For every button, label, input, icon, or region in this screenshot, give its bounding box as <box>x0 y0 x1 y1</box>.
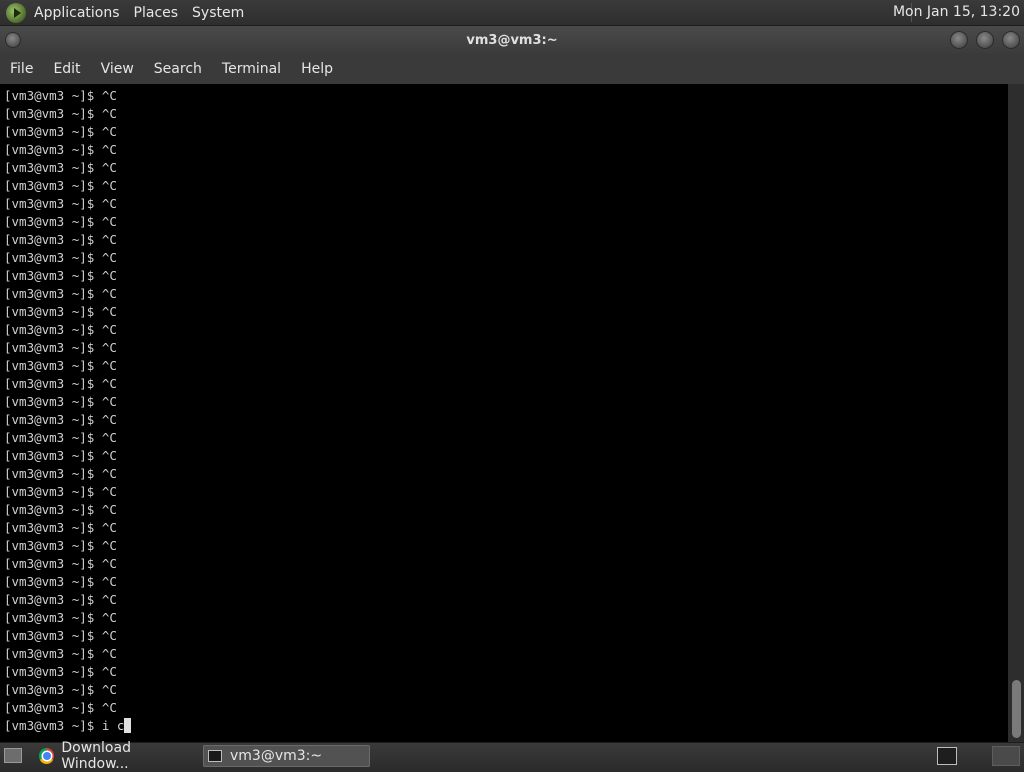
terminal-line: [vm3@vm3 ~]$ ^C <box>4 448 117 463</box>
terminal-line: [vm3@vm3 ~]$ ^C <box>4 610 117 625</box>
panel-clock[interactable]: Mon Jan 15, 13:20 <box>893 4 1020 20</box>
terminal-line: [vm3@vm3 ~]$ ^C <box>4 574 117 589</box>
terminal-line: [vm3@vm3 ~]$ ^C <box>4 142 117 157</box>
menu-help[interactable]: Help <box>291 61 343 77</box>
terminal-line: [vm3@vm3 ~]$ ^C <box>4 214 117 229</box>
workspace-switcher[interactable] <box>992 746 1020 766</box>
tray-terminal-icon[interactable] <box>937 747 957 765</box>
terminal-line: [vm3@vm3 ~]$ ^C <box>4 250 117 265</box>
menu-terminal[interactable]: Terminal <box>212 61 291 77</box>
terminal-current-line: [vm3@vm3 ~]$ i c <box>4 717 132 735</box>
terminal-cursor <box>124 718 132 733</box>
show-desktop-icon[interactable] <box>4 748 22 763</box>
terminal-line: [vm3@vm3 ~]$ ^C <box>4 664 117 679</box>
terminal-line: [vm3@vm3 ~]$ ^C <box>4 304 117 319</box>
maximize-button[interactable] <box>976 31 994 49</box>
window-titlebar[interactable]: vm3@vm3:~ <box>0 26 1024 54</box>
terminal-line: [vm3@vm3 ~]$ ^C <box>4 232 117 247</box>
terminal-line: [vm3@vm3 ~]$ ^C <box>4 520 117 535</box>
terminal-line: [vm3@vm3 ~]$ ^C <box>4 646 117 661</box>
terminal-line: [vm3@vm3 ~]$ ^C <box>4 196 117 211</box>
window-menu-icon[interactable] <box>5 32 21 48</box>
terminal-line: [vm3@vm3 ~]$ ^C <box>4 394 117 409</box>
terminal-input-text: [vm3@vm3 ~]$ i c <box>4 718 125 733</box>
panel-menu-system[interactable]: System <box>192 5 244 21</box>
terminal-line: [vm3@vm3 ~]$ ^C <box>4 322 117 337</box>
terminal-line: [vm3@vm3 ~]$ ^C <box>4 286 117 301</box>
taskbar-item-label: vm3@vm3:~ <box>230 748 323 764</box>
bottom-taskbar: Download Window... vm3@vm3:~ <box>0 740 1024 772</box>
terminal-lines: [vm3@vm3 ~]$ ^C [vm3@vm3 ~]$ ^C [vm3@vm3 ~… <box>4 87 132 735</box>
terminal-line: [vm3@vm3 ~]$ ^C <box>4 682 117 697</box>
window-title: vm3@vm3:~ <box>466 32 558 48</box>
terminal-line: [vm3@vm3 ~]$ ^C <box>4 430 117 445</box>
chrome-icon <box>39 748 55 764</box>
applications-logo-icon[interactable] <box>6 2 26 23</box>
minimize-button[interactable] <box>950 31 968 49</box>
terminal-line: [vm3@vm3 ~]$ ^C <box>4 124 117 139</box>
terminal-line: [vm3@vm3 ~]$ ^C <box>4 556 117 571</box>
menu-edit[interactable]: Edit <box>43 61 90 77</box>
terminal-icon <box>208 750 222 762</box>
terminal-line: [vm3@vm3 ~]$ ^C <box>4 376 117 391</box>
panel-menu-places[interactable]: Places <box>134 5 179 21</box>
menu-file[interactable]: File <box>0 61 43 77</box>
terminal-line: [vm3@vm3 ~]$ ^C <box>4 88 117 103</box>
terminal-line: [vm3@vm3 ~]$ ^C <box>4 106 117 121</box>
menu-search[interactable]: Search <box>144 61 212 77</box>
top-panel: Applications Places System Mon Jan 15, 1… <box>0 0 1024 26</box>
close-button[interactable] <box>1002 31 1020 49</box>
terminal-scrollbar[interactable] <box>1008 84 1024 742</box>
terminal-line: [vm3@vm3 ~]$ ^C <box>4 466 117 481</box>
terminal-line: [vm3@vm3 ~]$ ^C <box>4 340 117 355</box>
terminal-line: [vm3@vm3 ~]$ ^C <box>4 268 117 283</box>
terminal-line: [vm3@vm3 ~]$ ^C <box>4 592 117 607</box>
terminal-line: [vm3@vm3 ~]$ ^C <box>4 628 117 643</box>
terminal-line: [vm3@vm3 ~]$ ^C <box>4 484 117 499</box>
taskbar-item-label: Download Window... <box>61 740 131 772</box>
terminal-output[interactable]: [vm3@vm3 ~]$ ^C [vm3@vm3 ~]$ ^C [vm3@vm3 ~… <box>0 84 1008 742</box>
terminal-line: [vm3@vm3 ~]$ ^C <box>4 160 117 175</box>
taskbar-item-terminal[interactable]: vm3@vm3:~ <box>203 745 370 767</box>
terminal-line: [vm3@vm3 ~]$ ^C <box>4 358 117 373</box>
panel-menu-applications[interactable]: Applications <box>34 5 120 21</box>
terminal-line: [vm3@vm3 ~]$ ^C <box>4 412 117 427</box>
menu-view[interactable]: View <box>91 61 144 77</box>
terminal-line: [vm3@vm3 ~]$ ^C <box>4 538 117 553</box>
terminal-line: [vm3@vm3 ~]$ ^C <box>4 700 117 715</box>
taskbar-item-download-window[interactable]: Download Window... <box>34 740 197 772</box>
terminal-line: [vm3@vm3 ~]$ ^C <box>4 178 117 193</box>
scrollbar-thumb[interactable] <box>1012 680 1021 738</box>
terminal-menubar: File Edit View Search Terminal Help <box>0 54 1024 84</box>
terminal-line: [vm3@vm3 ~]$ ^C <box>4 502 117 517</box>
